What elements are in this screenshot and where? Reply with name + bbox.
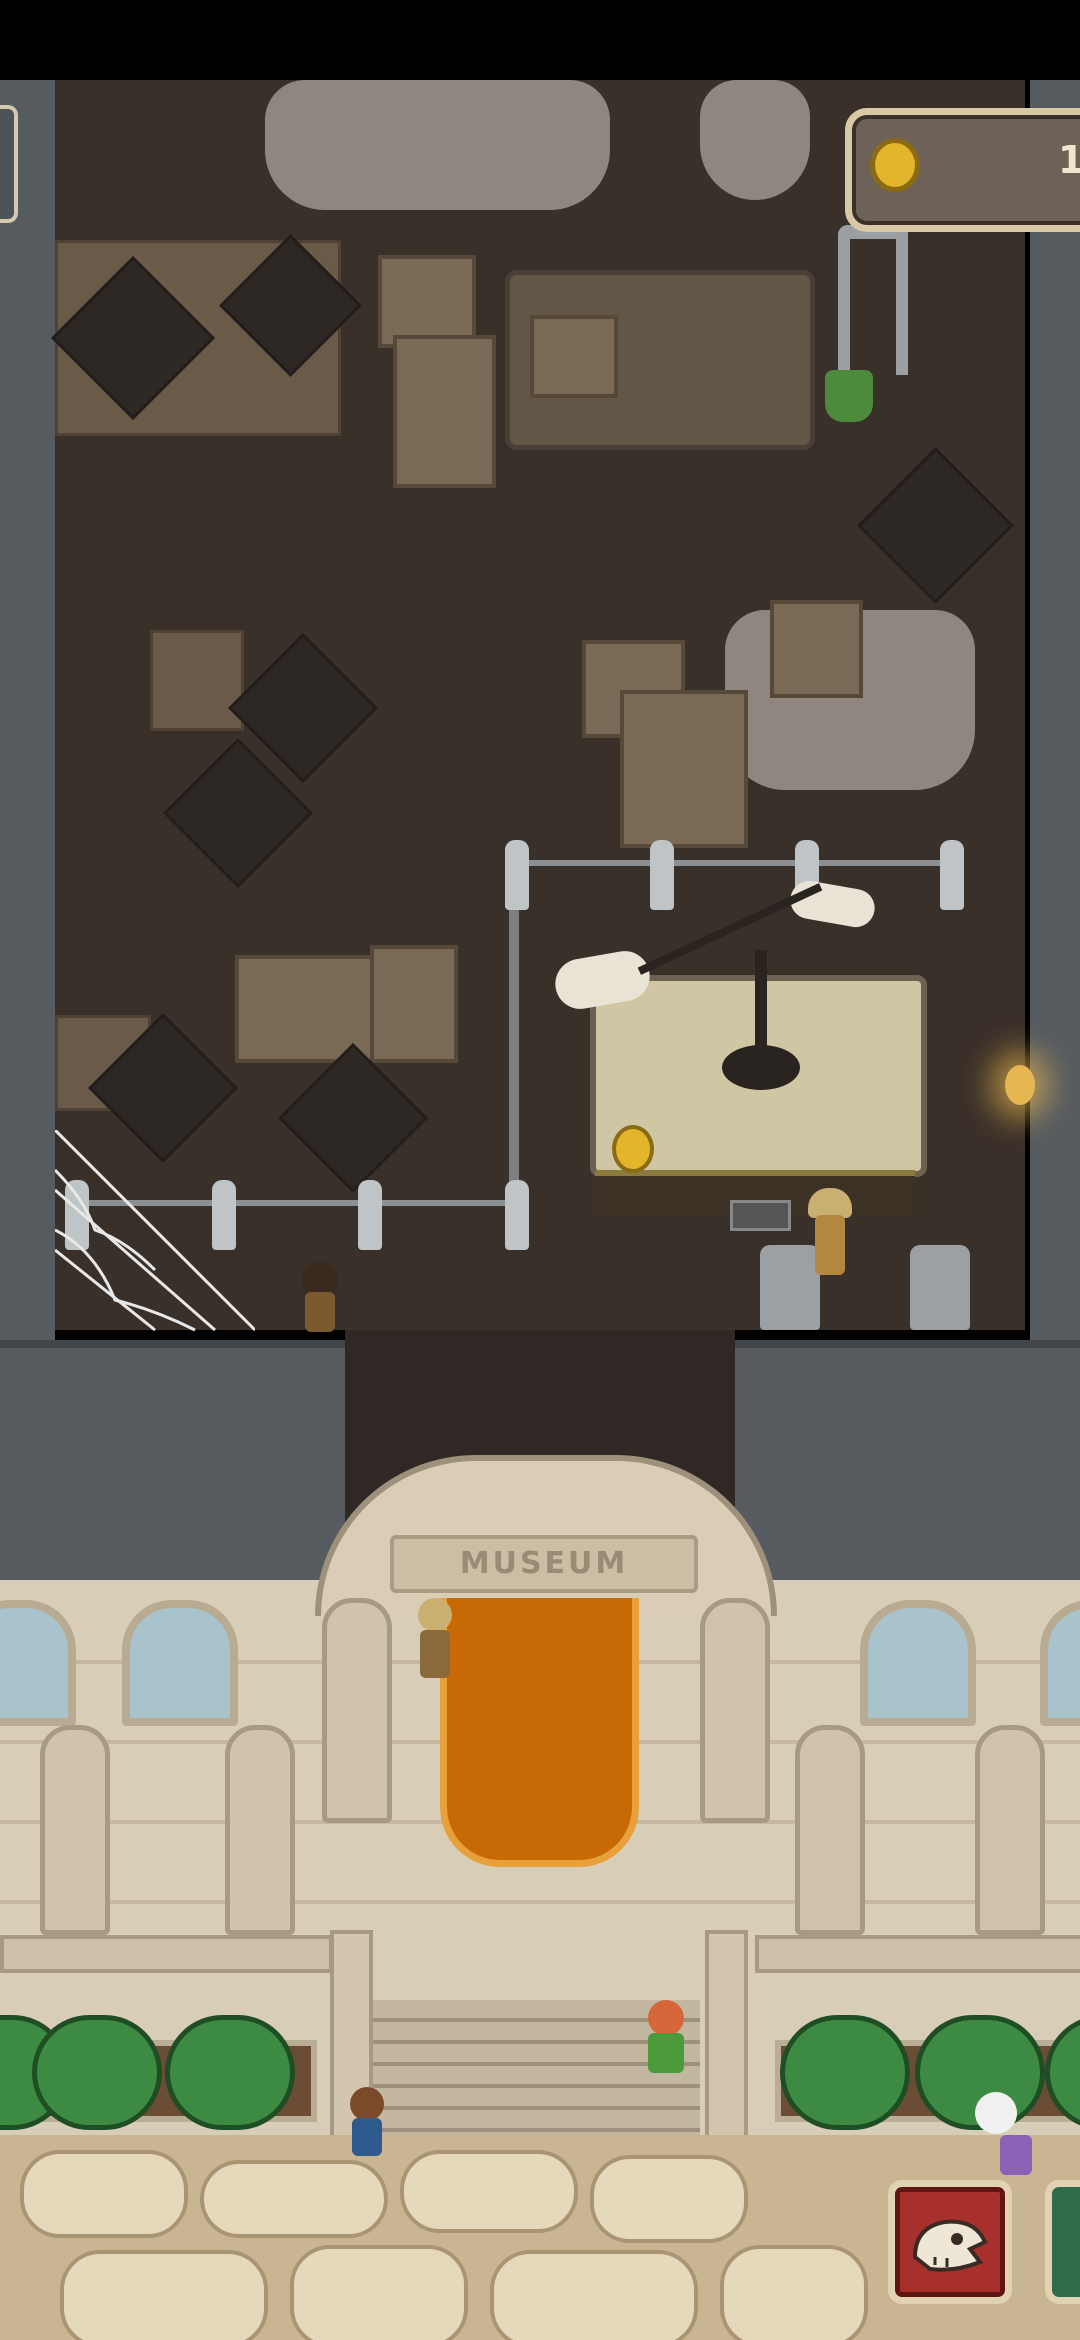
rope-barrier bbox=[520, 860, 960, 866]
facade-column bbox=[975, 1725, 1045, 1935]
hedge-bush bbox=[165, 2015, 295, 2130]
facade-window bbox=[122, 1600, 238, 1726]
staff-character-head bbox=[418, 1598, 452, 1632]
exhibit-coin-icon[interactable] bbox=[612, 1125, 654, 1173]
crate bbox=[530, 315, 618, 398]
arch-column bbox=[700, 1598, 770, 1823]
arch-column bbox=[322, 1598, 392, 1823]
cobblestone bbox=[490, 2250, 698, 2340]
stone-post bbox=[910, 1245, 970, 1330]
facade-column bbox=[795, 1725, 865, 1935]
staff-character[interactable] bbox=[420, 1630, 450, 1678]
crate bbox=[370, 945, 458, 1063]
status-bar bbox=[0, 0, 1080, 80]
visitor-character[interactable] bbox=[648, 2033, 684, 2073]
facade-column bbox=[225, 1725, 295, 1935]
fossil-skull-icon bbox=[912, 2219, 988, 2272]
facade-column bbox=[40, 1725, 110, 1935]
crate bbox=[770, 600, 863, 698]
side-menu-tab[interactable] bbox=[0, 105, 18, 223]
hedge-bush bbox=[780, 2015, 910, 2130]
crate bbox=[620, 690, 748, 848]
facade-window bbox=[0, 1600, 76, 1726]
stair-rail bbox=[705, 1930, 748, 2148]
covered-statue bbox=[700, 80, 810, 200]
lower-left-wall bbox=[0, 1340, 345, 1588]
wall-lamp bbox=[1005, 1065, 1035, 1105]
visitor-character[interactable] bbox=[1000, 2135, 1032, 2175]
exhibit-stand-base bbox=[722, 1045, 800, 1090]
facade-window bbox=[860, 1600, 976, 1726]
covered-table bbox=[265, 80, 610, 210]
ladder bbox=[838, 225, 908, 375]
wooden-floor-patch bbox=[150, 630, 244, 731]
visitor-character-head bbox=[350, 2087, 384, 2121]
rope-post bbox=[505, 840, 529, 910]
crate bbox=[393, 335, 496, 488]
cobblestone bbox=[290, 2245, 468, 2340]
cobblestone bbox=[590, 2155, 748, 2243]
guide-character[interactable] bbox=[815, 1215, 845, 1275]
coin-icon bbox=[870, 138, 920, 192]
game-screen[interactable]: MUSEUM 1 bbox=[0, 0, 1080, 2340]
secondary-menu-button[interactable] bbox=[1045, 2180, 1080, 2304]
visitor-character-head bbox=[648, 2000, 684, 2036]
potted-plant bbox=[825, 370, 873, 422]
cobweb bbox=[55, 1130, 255, 1332]
railing bbox=[0, 1935, 333, 1973]
rope-post bbox=[940, 840, 964, 910]
exhibit-plaque bbox=[730, 1200, 791, 1231]
stone-post bbox=[760, 1245, 820, 1330]
cobblestone bbox=[720, 2245, 868, 2340]
rope-post bbox=[650, 840, 674, 910]
lower-right-wall bbox=[735, 1340, 1080, 1588]
visitor-character[interactable] bbox=[352, 2118, 382, 2156]
guide-character-hat bbox=[808, 1188, 852, 1218]
railing bbox=[755, 1935, 1080, 1973]
red-carpet[interactable] bbox=[440, 1598, 639, 1867]
visitor-character-head bbox=[975, 2092, 1017, 2134]
museum-sign: MUSEUM bbox=[390, 1535, 698, 1593]
brick-line bbox=[0, 1900, 1080, 1904]
cobblestone bbox=[20, 2150, 188, 2238]
cobblestone bbox=[200, 2160, 388, 2238]
hedge-bush bbox=[32, 2015, 162, 2130]
cobblestone bbox=[400, 2150, 578, 2233]
fossil-collection-button[interactable] bbox=[888, 2180, 1012, 2304]
visitor-character[interactable] bbox=[305, 1292, 335, 1332]
rope-post bbox=[358, 1180, 382, 1250]
cobblestone bbox=[60, 2250, 268, 2340]
rope-post bbox=[505, 1180, 529, 1250]
coin-count: 1 bbox=[1058, 138, 1080, 182]
